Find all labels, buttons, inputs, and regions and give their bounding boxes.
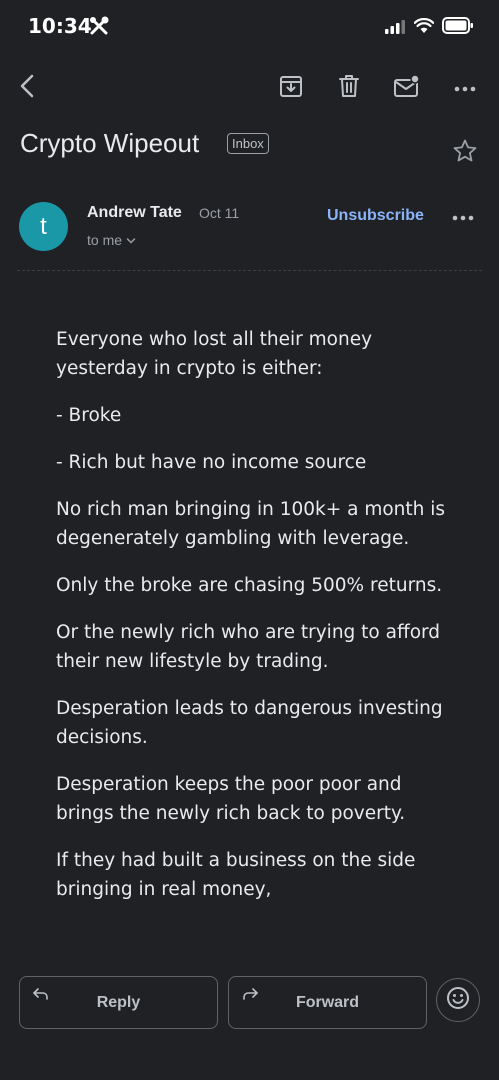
sender-more-button[interactable] xyxy=(452,208,474,226)
email-toolbar xyxy=(0,66,499,110)
reply-button[interactable]: Reply xyxy=(19,976,218,1029)
back-arrow-icon xyxy=(18,74,38,103)
trash-icon xyxy=(338,74,360,103)
battery-icon xyxy=(442,17,474,40)
reply-label: Reply xyxy=(96,993,141,1011)
body-paragraph: Only the broke are chasing 500% returns. xyxy=(56,575,443,596)
chevron-down-icon xyxy=(126,232,136,248)
delete-button[interactable] xyxy=(333,72,365,104)
forward-button[interactable]: Forward xyxy=(228,976,427,1029)
archive-button[interactable] xyxy=(275,72,307,104)
mark-unread-icon xyxy=(394,73,420,103)
signal-icon xyxy=(385,20,407,39)
forward-label: Forward xyxy=(295,993,360,1011)
body-paragraph: - Rich but have no income source xyxy=(56,452,367,473)
more-horizontal-icon xyxy=(452,208,474,225)
body-paragraph: - Broke xyxy=(56,405,122,426)
body-paragraph: Desperation keeps the poor poor and brin… xyxy=(56,774,406,824)
subject-row: Crypto Wipeout Inbox xyxy=(20,128,480,168)
archive-icon xyxy=(279,74,303,103)
recipient-label: to me xyxy=(87,232,123,248)
more-options-button[interactable] xyxy=(449,72,481,104)
sent-date: Oct 11 xyxy=(199,205,240,221)
recipient-details-toggle[interactable]: to me xyxy=(87,232,136,248)
emoji-reaction-button[interactable] xyxy=(436,978,480,1022)
label-badge[interactable]: Inbox xyxy=(227,133,269,154)
body-paragraph: If they had built a business on the side… xyxy=(56,850,416,900)
back-button[interactable] xyxy=(12,72,44,104)
forward-icon xyxy=(241,987,259,1006)
emoji-reaction-icon xyxy=(446,986,470,1015)
body-paragraph: Or the newly rich who are trying to affo… xyxy=(56,622,441,672)
email-subject: Crypto Wipeout xyxy=(20,128,200,158)
star-button[interactable] xyxy=(452,138,478,169)
body-paragraph: Desperation leads to dangerous investing… xyxy=(56,698,443,748)
avatar[interactable]: t xyxy=(19,202,68,251)
bottom-actions: Reply Forward xyxy=(0,976,499,1030)
sender-name: Andrew Tate xyxy=(87,204,182,221)
status-bar: 10:34 xyxy=(0,0,499,56)
sender-row: t Andrew Tate Oct 11 to me Unsubscribe xyxy=(0,200,499,260)
more-horizontal-icon xyxy=(454,79,476,97)
tools-icon xyxy=(89,16,109,41)
wifi-icon xyxy=(413,17,435,39)
status-time: 10:34 xyxy=(28,14,92,38)
email-body: Everyone who lost all their money yester… xyxy=(56,325,456,965)
body-paragraph: No rich man bringing in 100k+ a month is… xyxy=(56,499,446,549)
star-outline-icon xyxy=(452,139,478,168)
reply-icon xyxy=(32,987,50,1006)
divider xyxy=(17,270,482,271)
body-paragraph: Everyone who lost all their money yester… xyxy=(56,329,373,379)
mark-unread-button[interactable] xyxy=(391,72,423,104)
unsubscribe-link[interactable]: Unsubscribe xyxy=(327,207,424,225)
